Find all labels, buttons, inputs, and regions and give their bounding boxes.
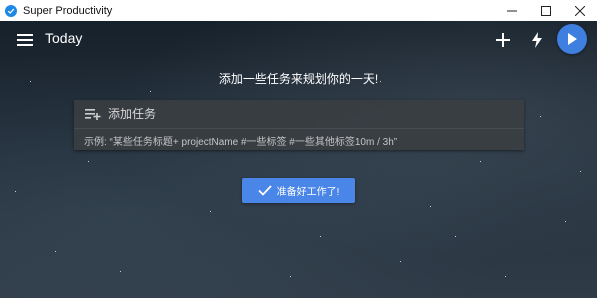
maximize-icon bbox=[541, 5, 551, 16]
app-window: Super Productivity Today 添加一些任务来规划你的一天! … bbox=[0, 0, 597, 298]
focus-mode-button[interactable] bbox=[526, 29, 548, 51]
add-task-input-row bbox=[74, 100, 524, 128]
ready-button-label: 准备好工作了! bbox=[276, 187, 340, 198]
minimize-icon bbox=[507, 10, 517, 11]
plus-icon bbox=[496, 33, 510, 47]
ready-to-work-button[interactable]: 准备好工作了! bbox=[242, 178, 355, 203]
page-title: Today bbox=[45, 30, 83, 46]
add-task-hint: 示例: “某些任务标题+ projectName #一些标签 #一些其他标签10… bbox=[84, 137, 398, 148]
menu-icon bbox=[17, 34, 33, 46]
add-task-bar: 示例: “某些任务标题+ projectName #一些标签 #一些其他标签10… bbox=[74, 100, 524, 150]
app-logo-icon bbox=[5, 4, 17, 17]
empty-state-heading: 添加一些任务来规划你的一天! bbox=[218, 72, 379, 86]
play-icon bbox=[568, 33, 577, 45]
window-controls bbox=[495, 0, 597, 21]
menu-button[interactable] bbox=[14, 30, 36, 50]
start-tracking-button[interactable] bbox=[557, 24, 587, 54]
window-title: Super Productivity bbox=[23, 4, 113, 17]
add-task-button[interactable] bbox=[492, 29, 514, 51]
add-task-divider bbox=[74, 128, 524, 129]
main-content: Today 添加一些任务来规划你的一天! 添加任务 示例: “某些任务标题+ p… bbox=[0, 21, 597, 298]
maximize-button[interactable] bbox=[529, 0, 563, 21]
close-icon bbox=[575, 5, 585, 16]
add-task-input[interactable] bbox=[108, 107, 508, 121]
check-icon bbox=[257, 185, 272, 196]
minimize-button[interactable] bbox=[495, 0, 529, 21]
close-button[interactable] bbox=[563, 0, 597, 21]
playlist-add-icon bbox=[85, 107, 101, 121]
lightning-icon bbox=[532, 32, 542, 48]
main-toolbar: Today bbox=[0, 21, 597, 59]
title-bar: Super Productivity bbox=[0, 0, 597, 21]
